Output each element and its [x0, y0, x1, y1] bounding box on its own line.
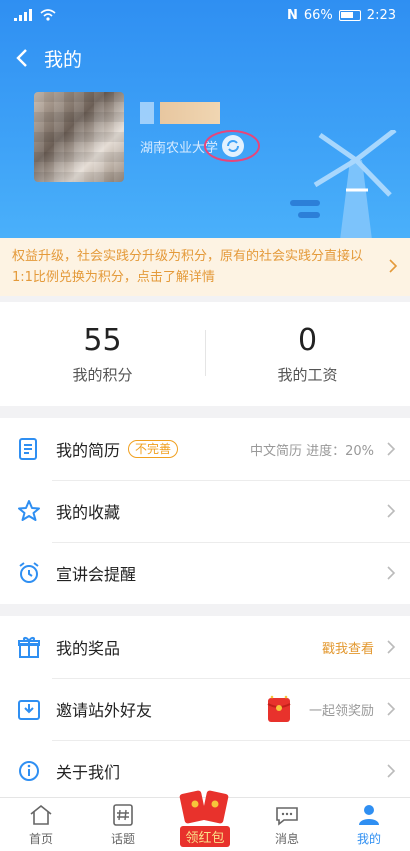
- invite-label: 邀请站外好友: [56, 701, 153, 720]
- chevron-right-icon: [387, 504, 396, 518]
- about-label: 关于我们: [56, 763, 121, 782]
- prizes-view-link: 戳我查看: [321, 641, 374, 657]
- resume-icon: [19, 438, 37, 460]
- battery-icon: [338, 9, 361, 21]
- favorites-label: 我的收藏: [56, 503, 121, 522]
- notice-banner[interactable]: 权益升级，社会实践分升级为积分，原有的社会实践分直接以1:1比例兑换为积分，点击…: [0, 238, 410, 296]
- menu-group-1: 我的简历 不完善 中文简历 进度：20% 我的收藏 宣讲会提醒: [0, 418, 410, 604]
- username-blurred: [140, 102, 224, 124]
- points-label: 我的积分: [72, 366, 133, 384]
- chevron-right-icon: [387, 442, 396, 456]
- nav-bar: 我的: [0, 38, 410, 78]
- prizes-label: 我的奖品: [56, 639, 121, 658]
- clock: 2:23: [366, 7, 396, 23]
- signal-icon: [14, 9, 32, 21]
- tab-messages-label: 消息: [274, 832, 299, 846]
- gift-icon: [18, 637, 40, 658]
- wifi-icon: [40, 9, 56, 21]
- tab-redpacket-label: 领红包: [180, 826, 230, 847]
- tab-mine-label: 我的: [356, 832, 381, 846]
- chevron-right-icon: [387, 566, 396, 580]
- chevron-right-icon: [387, 640, 396, 654]
- stats-divider: [205, 330, 206, 376]
- menu-group-2: 我的奖品 戳我查看 邀请站外好友 一起领奖励 关于我们: [0, 616, 410, 802]
- tab-home[interactable]: 首页: [0, 798, 82, 851]
- menu-item-resume[interactable]: 我的简历 不完善 中文简历 进度：20%: [0, 418, 410, 480]
- resume-progress: 中文简历 进度：20%: [249, 443, 374, 459]
- tab-topics-label: 话题: [110, 832, 135, 846]
- chat-bubble-icon: [276, 807, 298, 826]
- chevron-left-icon: [16, 49, 27, 67]
- menu-item-favorites[interactable]: 我的收藏: [0, 480, 410, 542]
- avatar[interactable]: [34, 92, 124, 182]
- highlight-circle: [204, 130, 260, 162]
- wage-value: 0: [297, 323, 318, 358]
- page-title: 我的: [44, 48, 83, 71]
- invite-reward-text: 一起领奖励: [308, 703, 374, 719]
- menu-item-prizes[interactable]: 我的奖品 戳我查看: [0, 616, 410, 678]
- tab-home-label: 首页: [28, 832, 53, 846]
- notice-text: 权益升级，社会实践分升级为积分，原有的社会实践分直接以1:1比例兑换为积分，点击…: [12, 249, 364, 285]
- windmill-illustration: [290, 130, 397, 238]
- hashtag-icon: [113, 804, 133, 826]
- menu-item-reminder[interactable]: 宣讲会提醒: [0, 542, 410, 604]
- reminder-label: 宣讲会提醒: [56, 565, 137, 584]
- info-icon: [19, 761, 39, 781]
- wage-label: 我的工资: [277, 366, 338, 384]
- nfc-icon: N: [287, 7, 298, 23]
- battery-percent: 66%: [303, 7, 333, 23]
- status-bar: N 66% 2:23: [0, 0, 410, 30]
- tab-topics[interactable]: 话题: [82, 798, 164, 851]
- home-icon: [30, 804, 52, 825]
- alarm-clock-icon: [19, 562, 39, 583]
- person-icon: [359, 805, 379, 825]
- chevron-right-icon: [387, 764, 396, 778]
- menu-item-invite[interactable]: 邀请站外好友 一起领奖励: [0, 678, 410, 740]
- chevron-right-icon: [387, 702, 396, 716]
- chevron-right-icon: [389, 259, 398, 273]
- resume-label: 我的简历: [56, 441, 121, 460]
- red-packet-icon: [267, 695, 291, 722]
- points-stat[interactable]: 55 我的积分: [0, 302, 205, 406]
- points-value: 55: [83, 323, 122, 358]
- profile-header: N 66% 2:23 我的 湖南农业大学: [0, 0, 410, 238]
- star-icon: [18, 500, 40, 521]
- invite-icon: [18, 700, 40, 720]
- tab-mine[interactable]: 我的: [328, 798, 410, 851]
- tab-messages[interactable]: 消息: [246, 798, 328, 851]
- back-button[interactable]: [0, 38, 44, 78]
- wage-stat[interactable]: 0 我的工资: [205, 302, 410, 406]
- resume-incomplete-badge: 不完善: [128, 440, 179, 458]
- stats-panel: 55 我的积分 0 我的工资: [0, 302, 410, 406]
